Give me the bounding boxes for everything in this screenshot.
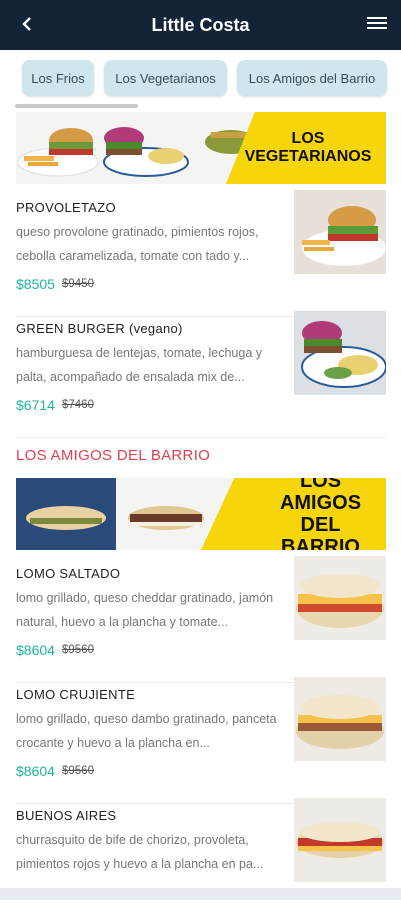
- item-thumbnail: [294, 798, 386, 882]
- item-price: $8604: [16, 763, 55, 779]
- chip-scroll-indicator: [15, 104, 138, 108]
- item-description: lomo grillado, queso cheddar gratinado, …: [16, 591, 274, 629]
- item-name: BUENOS AIRES: [16, 808, 117, 823]
- item-description: hamburguesa de lentejas, tomate, lechuga…: [16, 346, 262, 384]
- item-old-price: $9560: [62, 644, 94, 656]
- item-thumbnail: [294, 311, 386, 395]
- item-price: $6714: [16, 397, 55, 413]
- category-chip-bar[interactable]: Los Frios Los Vegetarianos Los Amigos de…: [0, 60, 401, 100]
- item-name: GREEN BURGER (vegano): [16, 321, 183, 336]
- item-old-price: $7460: [62, 399, 94, 411]
- item-description: churrasquito de bife de chorizo, provole…: [16, 833, 264, 871]
- item-thumbnail: [294, 677, 386, 761]
- chip-los-vegetarianos[interactable]: Los Vegetarianos: [104, 60, 227, 96]
- item-name: LOMO SALTADO: [16, 566, 121, 581]
- chip-los-frios[interactable]: Los Frios: [22, 60, 94, 96]
- item-name: PROVOLETAZO: [16, 200, 116, 215]
- item-old-price: $9560: [62, 765, 94, 777]
- menu-item[interactable]: LOMO CRUJIENTE lomo grillado, queso damb…: [16, 677, 386, 804]
- item-name: LOMO CRUJIENTE: [16, 687, 136, 702]
- menu-item[interactable]: BUENOS AIRES churrasquito de bife de cho…: [16, 798, 386, 924]
- page-title: Little Costa: [151, 14, 250, 35]
- chip-los-amigos-del-barrio[interactable]: Los Amigos del Barrio: [237, 60, 387, 96]
- banner-vegetarianos-text: LOS VEGETARIANOS: [244, 130, 372, 165]
- item-price: $8604: [16, 642, 55, 658]
- item-thumbnail: [294, 190, 386, 274]
- item-price: $8505: [16, 276, 55, 292]
- bottom-edge: [0, 888, 401, 900]
- menu-item[interactable]: GREEN BURGER (vegano) hamburguesa de len…: [16, 311, 386, 438]
- top-app-bar: Little Costa: [0, 0, 401, 50]
- item-old-price: $9450: [62, 278, 94, 290]
- menu-item[interactable]: PROVOLETAZO queso provolone gratinado, p…: [16, 190, 386, 317]
- chevron-left-icon: [22, 17, 31, 31]
- item-description: queso provolone gratinado, pimientos roj…: [16, 225, 259, 263]
- banner-amigos-del-barrio: LOS AMIGOS DEL BARRIO: [16, 478, 386, 550]
- hamburger-menu-icon[interactable]: [367, 14, 387, 34]
- banner-amigos-text: LOS AMIGOS DEL BARRIO: [279, 478, 362, 550]
- banner-vegetarianos: LOS VEGETARIANOS: [16, 112, 386, 184]
- menu-item[interactable]: LOMO SALTADO lomo grillado, queso chedda…: [16, 556, 386, 683]
- item-description: lomo grillado, queso dambo gratinado, pa…: [16, 712, 277, 750]
- item-thumbnail: [294, 556, 386, 640]
- section-title-amigos: LOS AMIGOS DEL BARRIO: [16, 447, 211, 464]
- back-button[interactable]: [14, 10, 40, 38]
